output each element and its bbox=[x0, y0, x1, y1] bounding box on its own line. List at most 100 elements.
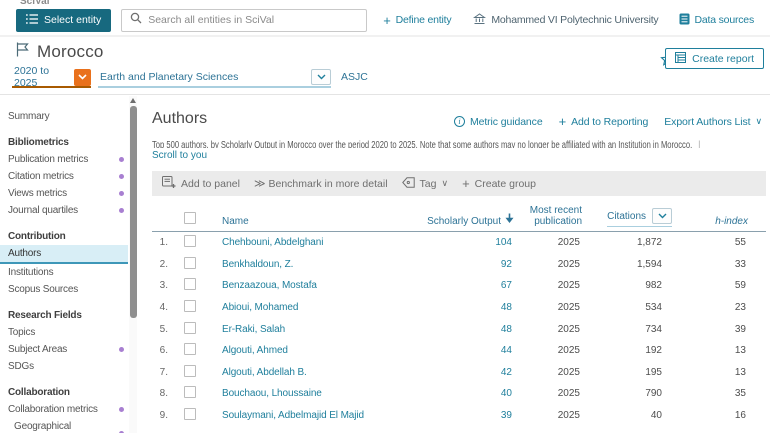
table-row: 8. Bouchaou, Lhoussaine 40 2025 790 35 bbox=[152, 383, 770, 405]
header-divider bbox=[0, 94, 770, 95]
sidebar-item-summary[interactable]: Summary bbox=[0, 108, 128, 125]
section-actions: i Metric guidance + Add to Reporting Exp… bbox=[454, 115, 762, 128]
create-report-button[interactable]: Create report bbox=[665, 48, 764, 69]
column-header-name[interactable]: Name bbox=[212, 216, 414, 227]
h-index-value: 35 bbox=[682, 388, 766, 399]
scholarly-output-value[interactable]: 39 bbox=[501, 410, 512, 421]
author-name-link[interactable]: Chehbouni, Abdelghani bbox=[222, 237, 323, 248]
sidebar-item-geographical-collaboration[interactable]: Geographical collaboration bbox=[0, 418, 128, 433]
scroll-to-you-link[interactable]: Scroll to you bbox=[152, 150, 207, 161]
scrollbar-thumb[interactable] bbox=[130, 106, 137, 318]
row-checkbox[interactable] bbox=[184, 278, 196, 290]
metric-available-dot-icon bbox=[119, 157, 124, 162]
scholarly-output-value[interactable]: 48 bbox=[501, 324, 512, 335]
sort-descending-icon[interactable] bbox=[505, 213, 514, 227]
author-name-link[interactable]: Bouchaou, Lhoussaine bbox=[222, 388, 322, 399]
scholarly-output-value[interactable]: 67 bbox=[501, 280, 512, 291]
define-entity-link[interactable]: + Define entity bbox=[383, 14, 451, 27]
citations-value: 534 bbox=[594, 302, 682, 313]
institution-menu[interactable]: Mohammed VI Polytechnic University bbox=[473, 13, 658, 28]
select-entity-button[interactable]: Select entity bbox=[16, 9, 111, 32]
scrollbar-up-arrow-icon[interactable] bbox=[130, 98, 136, 103]
chevron-down-icon bbox=[652, 208, 672, 224]
row-rank: 3. bbox=[152, 280, 168, 291]
author-name-link[interactable]: Benzaazoua, Mostafa bbox=[222, 280, 317, 291]
row-checkbox[interactable] bbox=[184, 257, 196, 269]
column-header-scholarly-output[interactable]: Scholarly Output bbox=[414, 213, 514, 227]
tag-button[interactable]: Tag ∨ bbox=[402, 177, 449, 191]
author-name-link[interactable]: Soulaymani, Adbelmajid El Majid bbox=[222, 410, 364, 421]
author-name-link[interactable]: Algouti, Ahmed bbox=[222, 345, 288, 356]
row-checkbox[interactable] bbox=[184, 408, 196, 420]
scival-logo: SciVal bbox=[20, 0, 49, 6]
scholarly-output-value[interactable]: 48 bbox=[501, 302, 512, 313]
select-entity-label: Select entity bbox=[44, 14, 101, 26]
sidebar-item-journal-quartiles[interactable]: Journal quartiles bbox=[0, 202, 128, 219]
export-authors-list-link[interactable]: Export Authors List ∨ bbox=[664, 116, 762, 128]
sidebar-item-sdgs[interactable]: SDGs bbox=[0, 358, 128, 375]
citations-value: 192 bbox=[594, 345, 682, 356]
scholarly-output-value[interactable]: 44 bbox=[501, 345, 512, 356]
create-group-label: Create group bbox=[475, 178, 536, 190]
sidebar-item-subject-areas[interactable]: Subject Areas bbox=[0, 341, 128, 358]
table-row: 4. Abioui, Mohamed 48 2025 534 23 bbox=[152, 297, 770, 319]
create-group-button[interactable]: + Create group bbox=[462, 177, 536, 190]
author-name-link[interactable]: Abioui, Mohamed bbox=[222, 302, 298, 313]
author-name-link[interactable]: Algouti, Abdellah B. bbox=[222, 367, 307, 378]
report-icon bbox=[675, 52, 686, 66]
benchmark-button[interactable]: ≫ Benchmark in more detail bbox=[254, 177, 388, 190]
row-checkbox[interactable] bbox=[184, 365, 196, 377]
column-header-most-recent[interactable]: Most recent publication bbox=[514, 205, 594, 227]
authors-table-header: Name Scholarly Output Most recent public… bbox=[152, 202, 766, 232]
chevron-down-icon[interactable] bbox=[311, 69, 331, 85]
data-sources-link[interactable]: Data sources bbox=[679, 13, 754, 28]
citations-value: 982 bbox=[594, 280, 682, 291]
metric-guidance-link[interactable]: i Metric guidance bbox=[454, 116, 543, 128]
citations-metric-select[interactable]: Citations bbox=[607, 208, 672, 227]
row-checkbox[interactable] bbox=[184, 386, 196, 398]
citations-value: 790 bbox=[594, 388, 682, 399]
most-recent-publication-value: 2025 bbox=[514, 237, 594, 248]
subject-area-dropdown[interactable]: Earth and Planetary Sciences bbox=[98, 68, 331, 88]
plus-icon: + bbox=[383, 14, 390, 27]
sidebar-item-citation-metrics[interactable]: Citation metrics bbox=[0, 168, 128, 185]
sidebar-item-topics[interactable]: Topics bbox=[0, 324, 128, 341]
search-input[interactable] bbox=[148, 14, 358, 26]
most-recent-publication-value: 2025 bbox=[514, 367, 594, 378]
chevron-down-icon[interactable] bbox=[74, 69, 91, 86]
scholarly-output-value[interactable]: 40 bbox=[501, 388, 512, 399]
author-name-link[interactable]: Er-Raki, Salah bbox=[222, 324, 285, 335]
metric-available-dot-icon bbox=[119, 208, 124, 213]
metric-available-dot-icon bbox=[119, 191, 124, 196]
add-to-panel-button[interactable]: Add to panel bbox=[162, 176, 240, 192]
scholarly-output-value[interactable]: 42 bbox=[501, 367, 512, 378]
sidebar-item-collaboration-metrics[interactable]: Collaboration metrics bbox=[0, 401, 128, 418]
info-icon: i bbox=[454, 116, 465, 127]
metric-available-dot-icon bbox=[119, 407, 124, 412]
row-checkbox[interactable] bbox=[184, 300, 196, 312]
row-checkbox[interactable] bbox=[184, 322, 196, 334]
author-name-link[interactable]: Benkhaldoun, Z. bbox=[222, 259, 293, 270]
sidebar-item-publication-metrics[interactable]: Publication metrics bbox=[0, 151, 128, 168]
year-range-dropdown[interactable]: 2020 to 2025 bbox=[12, 68, 91, 88]
row-checkbox[interactable] bbox=[184, 235, 196, 247]
add-to-reporting-link[interactable]: + Add to Reporting bbox=[559, 115, 649, 128]
sidebar-item-views-metrics[interactable]: Views metrics bbox=[0, 185, 128, 202]
sidebar-item-institutions[interactable]: Institutions bbox=[0, 264, 128, 281]
sidebar-section-collaboration: Collaboration bbox=[0, 384, 128, 401]
h-index-value: 59 bbox=[682, 280, 766, 291]
scholarly-output-value[interactable]: 104 bbox=[495, 237, 512, 248]
benchmark-label: Benchmark in more detail bbox=[268, 178, 387, 190]
sidebar-section-contribution: Contribution bbox=[0, 228, 128, 245]
data-sources-label: Data sources bbox=[695, 14, 754, 26]
sidebar-item-scopus-sources[interactable]: Scopus Sources bbox=[0, 281, 128, 298]
row-checkbox[interactable] bbox=[184, 343, 196, 355]
scholarly-output-value[interactable]: 92 bbox=[501, 259, 512, 270]
select-all-checkbox[interactable] bbox=[184, 212, 196, 224]
sidebar-item-authors[interactable]: Authors bbox=[0, 245, 128, 264]
h-index-value: 13 bbox=[682, 367, 766, 378]
most-recent-publication-value: 2025 bbox=[514, 302, 594, 313]
entity-searchbox[interactable] bbox=[121, 9, 367, 32]
column-header-h-index[interactable]: h-index bbox=[682, 216, 766, 227]
year-range-value: 2020 to 2025 bbox=[12, 65, 74, 89]
